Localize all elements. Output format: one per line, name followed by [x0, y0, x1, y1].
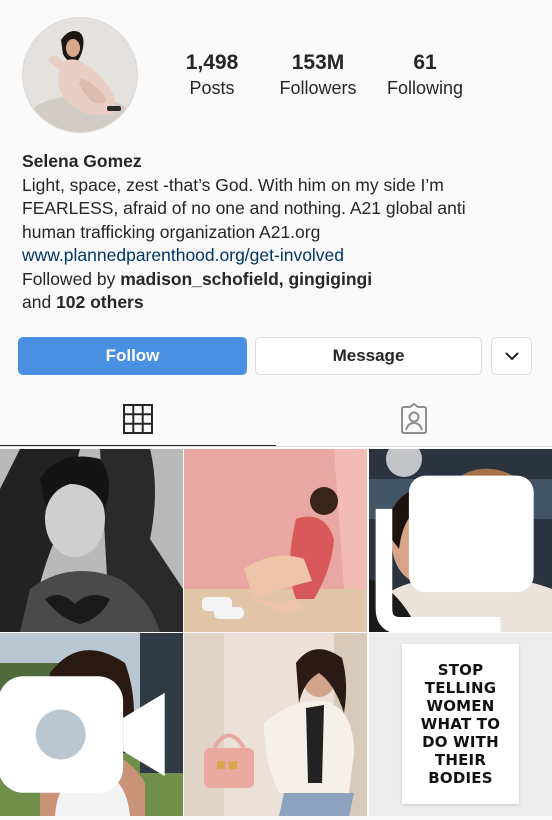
bio-line-2: FEARLESS, afraid of no one and nothing. …: [22, 198, 466, 218]
bio-line-3: human trafficking organization A21.org: [22, 221, 321, 242]
followed-by-users: madison_schofield, gingigingi: [120, 268, 373, 289]
poster-text: STOP TELLING WOMEN WHAT TO DO WITH THEIR…: [420, 661, 501, 787]
chevron-down-icon: [505, 352, 518, 360]
posts-count-value: 1,498: [185, 51, 239, 74]
avatar-photo: [23, 18, 137, 132]
video-icon: [0, 676, 165, 793]
tabs-divider: [0, 446, 552, 447]
profile-bio: Selena Gomez Light, space, zest -that’s …: [22, 150, 537, 315]
post-image-1: [0, 449, 183, 632]
post-tile-5[interactable]: [184, 633, 367, 816]
followed-by[interactable]: Followed by madison_schofield, gingiging…: [22, 268, 537, 292]
bio-link[interactable]: www.plannedparenthood.org/get-involved: [22, 244, 537, 268]
posts-grid: STOP TELLING WOMEN WHAT TO DO WITH THEIR…: [0, 449, 552, 820]
suggested-accounts-button[interactable]: [491, 337, 532, 375]
followed-by-others[interactable]: and 102 others: [22, 291, 537, 315]
bio-line-1: Light, space, zest -that’s God. With him…: [22, 174, 444, 195]
post-tile-1[interactable]: [0, 449, 183, 632]
post-tile-4[interactable]: [0, 633, 183, 816]
following-count[interactable]: 61 Following: [378, 50, 472, 100]
tab-tagged[interactable]: [276, 395, 552, 443]
tagged-icon: [401, 403, 427, 434]
followed-by-prefix: Followed by: [22, 268, 121, 289]
profile-tabs: [0, 395, 552, 447]
follow-button[interactable]: Follow: [18, 337, 247, 375]
posts-count-label: Posts: [189, 78, 235, 98]
posts-count: 1,498 Posts: [170, 50, 254, 100]
followers-count-label: Followers: [279, 78, 357, 98]
tab-grid[interactable]: [0, 395, 276, 443]
carousel-icon: [375, 475, 534, 632]
following-count-label: Following: [386, 78, 464, 98]
followed-by-and: and: [22, 292, 57, 312]
poster-card: STOP TELLING WOMEN WHAT TO DO WITH THEIR…: [402, 644, 519, 804]
following-count-value: 61: [413, 51, 437, 74]
message-button[interactable]: Message: [255, 337, 482, 375]
post-image-2: [184, 449, 367, 632]
profile-name: Selena Gomez: [22, 151, 142, 171]
post-tile-3[interactable]: [369, 449, 552, 632]
followers-count[interactable]: 153M Followers: [268, 50, 368, 100]
followed-by-others-count: 102 others: [56, 292, 144, 312]
post-tile-2[interactable]: [184, 449, 367, 632]
post-tile-6[interactable]: STOP TELLING WOMEN WHAT TO DO WITH THEIR…: [369, 633, 552, 816]
post-image-5: [184, 633, 367, 816]
grid-icon: [123, 404, 153, 434]
followers-count-value: 153M: [291, 51, 345, 74]
profile-avatar[interactable]: [22, 17, 138, 133]
